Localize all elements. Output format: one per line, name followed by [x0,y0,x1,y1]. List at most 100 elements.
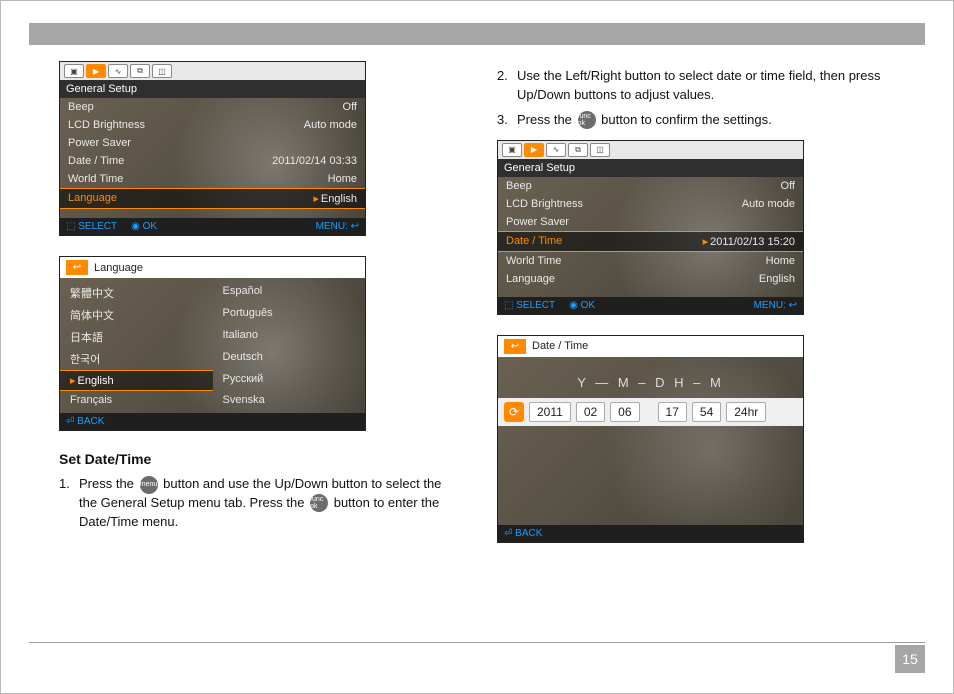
lcd-title: General Setup [60,80,365,98]
back-arrow-icon: ↩ [504,339,526,354]
language-grid: 繁體中文Español简体中文Português日本語Italiano한국어De… [60,278,365,413]
section-heading: Set Date/Time [59,451,457,467]
lcd-title-text: Date / Time [532,340,588,352]
language-option: Español [213,282,366,304]
header-bar [29,23,925,45]
language-option: 日本語 [60,326,213,348]
menu-key: Language [68,192,117,205]
menu-key: LCD Brightness [506,198,583,210]
footer-menu: MENU: ↩ [754,300,797,311]
tab-playback-icon: ▶ [524,143,544,157]
menu-value: ▸English [313,192,357,205]
menu-key: Language [506,273,555,285]
screenshot-datetime-editor: ↩ Date / Time Y — M – D H – M ⟳ 20110206… [497,335,804,543]
datetime-body: Y — M – D H – M ⟳ 20110206175424hr [498,357,803,525]
footer-menu: MENU: ↩ [316,221,359,232]
language-option: Svenska [213,391,366,409]
footer-back: ⏎ BACK [504,528,542,539]
arrow-icon: ▸ [70,375,76,387]
menu-button-icon: menu [140,476,158,494]
menu-row: LanguageEnglish [498,270,803,288]
lcd-footer: ⏎ BACK [498,525,803,542]
tab-icon: ⧉ [130,64,150,78]
language-option: Deutsch [213,348,366,370]
lcd-footer: ⬚ SELECT ◉ OK MENU: ↩ [498,297,803,314]
step-3: 3. Press the func ok button to confirm t… [497,111,895,130]
menu-row: LCD BrightnessAuto mode [498,195,803,213]
tab-icon: ◫ [590,143,610,157]
tab-icon: ∿ [546,143,566,157]
menu-row: LCD Brightness Auto mode [60,116,365,134]
tab-playback-icon: ▶ [86,64,106,78]
datetime-field: 02 [576,402,605,422]
lcd-footer: ⏎ BACK [60,413,365,430]
menu-key: Beep [506,180,532,192]
menu-row: Language ▸English [60,188,365,209]
manual-page: ▣ ▶ ∿ ⧉ ◫ General Setup Beep Off LCD Brigh… [0,0,954,694]
step-number: 1. [59,475,79,532]
menu-key: Date / Time [68,155,124,167]
screenshot-general-setup-language: ▣ ▶ ∿ ⧉ ◫ General Setup BeepOffLCD Brigh… [59,61,366,236]
menu-row: Power Saver [60,134,365,152]
func-ok-button-icon: func ok [310,494,328,512]
footer-select: ⬚ SELECT [504,300,555,311]
lcd-title-text: Language [94,262,143,274]
datetime-field: 24hr [726,402,766,422]
menu-row: Date / Time▸2011/02/13 15:20 [498,231,803,252]
menu-row: World Time Home [498,252,803,270]
lcd-tab-strip: ▣ ▶ ∿ ⧉ ◫ [60,62,365,80]
left-column: ▣ ▶ ∿ ⧉ ◫ General Setup BeepOffLCD Brigh… [59,61,457,633]
datetime-field: 54 [692,402,721,422]
menu-list: Beep Off LCD BrightnessAuto modePower Save… [498,177,803,297]
func-ok-button-icon: func ok [578,111,596,129]
screenshot-general-setup-datetime: ▣ ▶ ∿ ⧉ ◫ General Setup Beep Off LCD Brigh… [497,140,804,315]
lcd-footer: ⬚ SELECT ◉ OK MENU: ↩ [60,218,365,235]
datetime-fields: ⟳ 20110206175424hr [498,398,803,426]
tab-icon: ∿ [108,64,128,78]
menu-value: 2011/02/14 03:33 [272,155,357,167]
menu-value: Auto mode [304,119,357,131]
language-option: 한국어 [60,348,213,370]
footer-ok: ◉ OK [131,221,157,232]
language-option: 简体中文 [60,304,213,326]
datetime-field: 17 [658,402,687,422]
menu-row: Power Saver [498,213,803,231]
lcd-title: ↩ Language [60,257,365,278]
lcd-tab-strip: ▣ ▶ ∿ ⧉ ◫ [498,141,803,159]
menu-row: Beep Off [498,177,803,195]
language-option: Italiano [213,326,366,348]
footer-select: ⬚ SELECT [66,221,117,232]
lcd-title: ↩ Date / Time [498,336,803,357]
footer-divider [29,642,925,643]
menu-row: World Time Home [60,170,365,188]
menu-key: Date / Time [506,235,562,248]
arrow-icon: ▸ [313,193,319,205]
tab-icon: ◫ [152,64,172,78]
menu-key: World Time [68,173,123,185]
step-1: 1. Press the menu button and use the Up/… [59,475,457,532]
menu-key: Beep [68,101,94,113]
arrow-icon: ▸ [703,236,709,248]
tab-icon: ⧉ [568,143,588,157]
menu-list: BeepOff LCD Brightness Auto mode Power Save… [60,98,365,218]
menu-key: LCD Brightness [68,119,145,131]
step-text: Press the menu button and use the Up/Dow… [79,475,457,532]
menu-value: Home [328,173,357,185]
back-arrow-icon: ↩ [66,260,88,275]
page-number: 15 [895,645,925,673]
language-option: Русский [213,370,366,391]
step-number: 3. [497,111,517,130]
menu-key: World Time [506,255,561,267]
menu-value: Off [781,180,795,192]
lcd-title: General Setup [498,159,803,177]
step-2: 2. Use the Left/Right button to select d… [497,67,895,105]
content-columns: ▣ ▶ ∿ ⧉ ◫ General Setup Beep Off LCD Brigh… [59,61,895,633]
spinner-icon: ⟳ [504,402,524,422]
menu-value: Home [766,255,795,267]
footer-back: ⏎ BACK [66,416,104,427]
language-body: 繁體中文Español简体中文Português日本語Italiano한국어De… [60,278,365,413]
menu-row: BeepOff [60,98,365,116]
language-option: ▸English [60,370,213,391]
right-column: 2. Use the Left/Right button to select d… [497,61,895,633]
step-number: 2. [497,67,517,105]
